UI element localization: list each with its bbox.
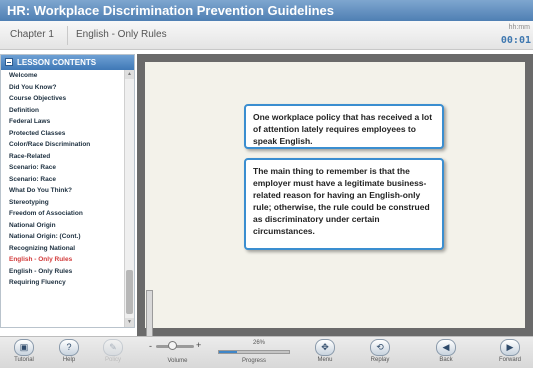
replay-button[interactable]: ⟲ Replay [364,339,396,363]
menu-button[interactable]: ✥ Menu [309,339,341,363]
lesson-list-item[interactable]: Freedom of Association [1,208,123,220]
volume-up-button[interactable]: + [196,340,201,350]
volume-down-button[interactable]: - [149,341,152,351]
policy-icon: ✎ [103,339,123,356]
forward-label: Forward [498,357,521,363]
lesson-scrollbar[interactable]: ▲ ▼ [124,70,134,327]
volume-label: Volume [167,358,188,364]
chapter-label: Chapter 1 [10,29,54,40]
lesson-list-item[interactable]: What Do You Think? [1,185,123,197]
timer-label: hh:mm [508,24,530,31]
lesson-list-item[interactable]: Scenario: Race [1,162,123,174]
replay-label: Replay [370,357,390,363]
lesson-list-item[interactable]: Scenario: Race [1,174,123,186]
forward-arrow-icon: ▶ [500,339,520,356]
slide-stage: One workplace policy that has received a… [137,54,533,338]
window-title: HR: Workplace Discrimination Prevention … [0,0,533,21]
lesson-list-item[interactable]: National Origin [1,220,123,232]
tutorial-label: Tutorial [14,357,34,363]
back-button[interactable]: ◀ Back [430,339,462,363]
lesson-list-item[interactable]: Definition [1,105,123,117]
help-label: Help [62,357,76,363]
lesson-list-item[interactable]: Did You Know? [1,82,123,94]
control-bar: ▣ Tutorial ? Help ✎ Policy - + Volume 26… [0,336,533,368]
help-button[interactable]: ? Help [53,339,85,363]
lesson-list-item[interactable]: Race-Related [1,151,123,163]
scroll-down-arrow-icon[interactable]: ▼ [125,318,134,327]
tutorial-button[interactable]: ▣ Tutorial [8,339,40,363]
chapter-divider [67,26,68,45]
lesson-list-item[interactable]: English - Only Rules [1,254,123,266]
tutorial-icon: ▣ [14,339,34,356]
lesson-list-item[interactable]: Course Objectives [1,93,123,105]
menu-label: Menu [317,357,333,363]
lesson-list-item[interactable]: Stereotyping [1,197,123,209]
help-icon: ? [59,339,79,356]
lesson-list-item[interactable]: English - Only Rules [1,266,123,278]
scroll-thumb[interactable] [126,270,133,314]
lesson-list: Welcome Did You Know? Course Objectives Def… [1,70,123,289]
progress-percent: 26% [252,340,265,346]
policy-button[interactable]: ✎ Policy [97,339,129,363]
replay-icon: ⟲ [370,339,390,356]
slide-grip-handle[interactable] [146,290,153,338]
menu-icon: ✥ [315,339,335,356]
lesson-list-item[interactable]: Recognizing National [1,243,123,255]
lesson-contents-panel: LESSON CONTENTS Welcome Did You Know? Cour… [0,54,135,328]
callout-box-2: The main thing to remember is that the e… [244,158,444,250]
policy-label: Policy [104,357,121,363]
forward-button[interactable]: ▶ Forward [494,339,526,363]
collapse-icon[interactable] [5,58,13,66]
volume-slider-knob[interactable] [168,341,177,350]
scroll-up-arrow-icon[interactable]: ▲ [125,70,134,79]
callout-box-1: One workplace policy that has received a… [244,104,444,149]
progress-label: Progress [241,358,266,364]
lesson-list-item[interactable]: Federal Laws [1,116,123,128]
lesson-list-item[interactable]: Protected Classes [1,128,123,140]
chapter-title: English - Only Rules [76,29,167,40]
progress-bar-fill [219,351,238,353]
lesson-list-item[interactable]: Requiring Fluency [1,277,123,289]
lesson-list-item[interactable]: Welcome [1,70,123,82]
back-arrow-icon: ◀ [436,339,456,356]
back-label: Back [439,357,453,363]
chapter-bar: Chapter 1 English - Only Rules hh:mm 00:… [0,21,533,50]
lesson-contents-title: LESSON CONTENTS [17,58,97,67]
slide-canvas: One workplace policy that has received a… [145,62,525,338]
lesson-list-item[interactable]: Color/Race Discrimination [1,139,123,151]
timer-value: 00:01 [500,35,531,46]
progress-bar [218,350,290,354]
lesson-contents-header[interactable]: LESSON CONTENTS [1,55,134,70]
lesson-list-item[interactable]: National Origin: (Cont.) [1,231,123,243]
